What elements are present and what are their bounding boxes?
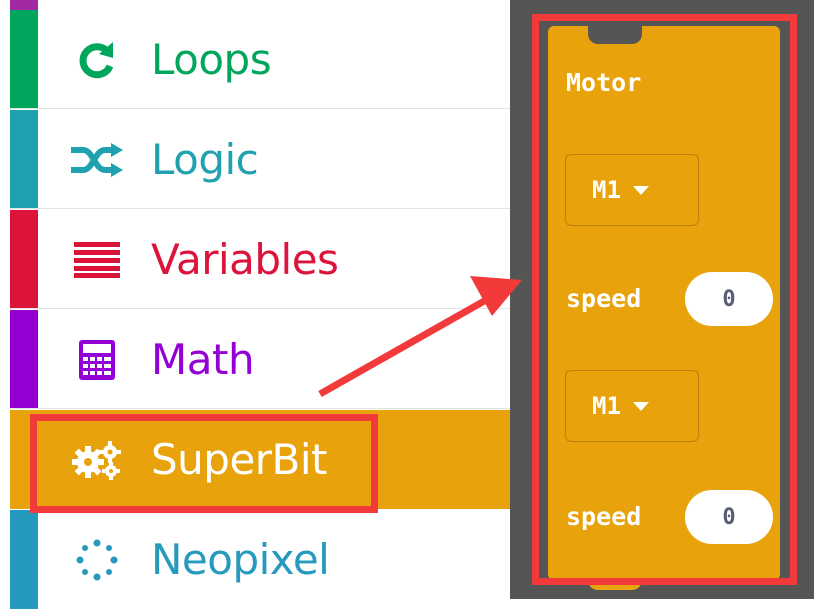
annotation-arrow [318, 276, 522, 398]
